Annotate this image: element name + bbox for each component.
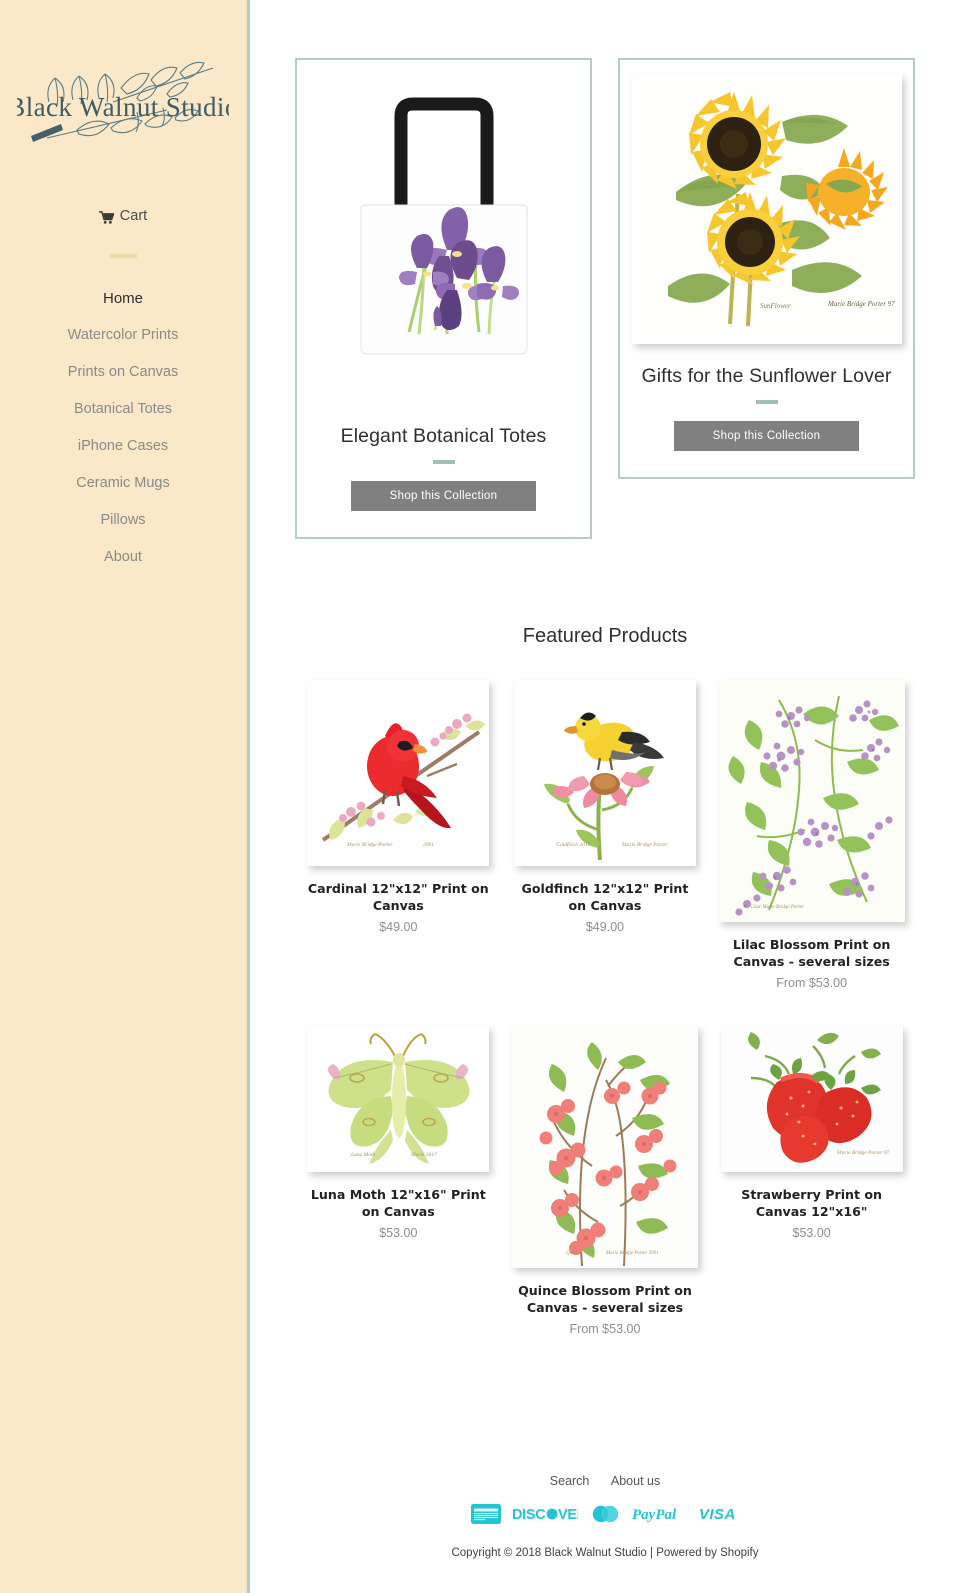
svg-text:DISC: DISC xyxy=(512,1507,546,1523)
sunflower-canvas-image: SunFlower Marie Bridge Porter 97 xyxy=(632,74,902,344)
cardinal-art-icon: Marie Bridge Porter 2001 xyxy=(307,680,490,866)
logo[interactable]: Black Walnut Studio xyxy=(0,58,246,166)
product-card[interactable]: Luna Moth Marie 2017 Luna Moth 12"x16" P… xyxy=(295,1016,502,1362)
product-price: $49.00 xyxy=(585,920,625,934)
shop-collection-button-totes[interactable]: Shop this Collection xyxy=(351,481,536,511)
promo-card-sunflower[interactable]: SunFlower Marie Bridge Porter 97 Gifts f… xyxy=(618,58,915,479)
quince-art-icon: Quince Marie Bridge Porter 2001 xyxy=(511,1026,698,1268)
tote-image xyxy=(309,78,578,408)
footer-link-about-us[interactable]: About us xyxy=(611,1474,660,1488)
amex-icon xyxy=(471,1504,501,1529)
goldfinch-art-icon: Goldfinch 2012 Marie Bridge Porter xyxy=(513,680,696,866)
product-image[interactable]: Marie Bridge Porter 97 xyxy=(720,1026,903,1172)
sidebar: Black Walnut Studio Cart Home Watercolor… xyxy=(0,0,250,1593)
sidebar-divider xyxy=(109,253,137,258)
svg-text:Marie Bridge Porter: Marie Bridge Porter xyxy=(346,842,393,848)
product-image[interactable]: Lilac Marie Bridge Porter xyxy=(718,680,905,922)
cart-link[interactable]: Cart xyxy=(0,208,246,227)
sidebar-item-botanical-totes[interactable]: Botanical Totes xyxy=(0,391,246,428)
sunflower-art-icon: SunFlower Marie Bridge Porter 97 xyxy=(632,74,902,344)
product-price: From $53.00 xyxy=(776,976,848,990)
product-price: $53.00 xyxy=(792,1226,831,1240)
product-card[interactable]: Quince Marie Bridge Porter 2001 Quince B… xyxy=(502,1016,709,1362)
product-title: Cardinal 12"x12" Print on Canvas xyxy=(307,881,489,913)
logo-branch-icon: Black Walnut Studio xyxy=(17,61,229,142)
promo-divider xyxy=(755,400,778,404)
logo-text: Black Walnut Studio xyxy=(17,92,229,122)
sidebar-item-about[interactable]: About xyxy=(0,539,246,576)
product-card[interactable]: Marie Bridge Porter 2001 Cardinal 12"x12… xyxy=(295,670,502,1016)
hero-section: Elegant Botanical Totes Shop this Collec… xyxy=(250,0,960,539)
product-card[interactable]: Goldfinch 2012 Marie Bridge Porter Goldf… xyxy=(502,670,709,1016)
sidebar-nav: Home Watercolor Prints Prints on Canvas … xyxy=(0,280,246,616)
svg-text:Goldfinch 2012: Goldfinch 2012 xyxy=(556,841,591,848)
footer-links: Search About us xyxy=(250,1474,960,1488)
product-price: $49.00 xyxy=(379,920,418,934)
strawberry-art-icon: Marie Bridge Porter 97 xyxy=(720,1026,903,1172)
sidebar-item-ceramic-mugs[interactable]: Ceramic Mugs xyxy=(0,465,246,502)
promo-title-sunflower: Gifts for the Sunflower Lover xyxy=(641,365,892,387)
product-title: Quince Blossom Print on Canvas - several… xyxy=(518,1283,692,1315)
product-price: From $53.00 xyxy=(569,1322,641,1336)
svg-text:2001: 2001 xyxy=(423,842,434,848)
svg-text:VISA: VISA xyxy=(699,1506,736,1523)
svg-text:Marie Bridge Porter 97: Marie Bridge Porter 97 xyxy=(827,300,895,308)
product-image[interactable]: Quince Marie Bridge Porter 2001 xyxy=(511,1026,698,1268)
shopping-cart-icon xyxy=(98,210,115,224)
product-price: $53.00 xyxy=(379,1226,418,1240)
featured-products-heading: Featured Products xyxy=(522,625,688,647)
product-title: Luna Moth 12"x16" Print on Canvas xyxy=(310,1187,486,1219)
cart-label: Cart xyxy=(119,208,148,224)
promo-divider xyxy=(432,460,455,464)
shop-collection-button-sunflower[interactable]: Shop this Collection xyxy=(674,421,859,451)
tote-bag-icon xyxy=(359,97,528,355)
paypal-icon: PayPal xyxy=(632,1505,688,1528)
product-card[interactable]: Lilac Marie Bridge Porter Lilac Blossom … xyxy=(708,670,915,1016)
luna-moth-art-icon: Luna Moth Marie 2017 xyxy=(307,1026,490,1172)
svg-text:Marie 2017: Marie 2017 xyxy=(410,1152,437,1158)
svg-text:Marie Bridge Porter 97: Marie Bridge Porter 97 xyxy=(836,1150,890,1156)
copyright-text: Copyright © 2018 Black Walnut Studio | P… xyxy=(451,1547,759,1559)
svg-text:Lilac Marie Bridge Porter: Lilac Marie Bridge Porter xyxy=(750,905,804,910)
payment-methods: DISC VER PayPal xyxy=(250,1504,960,1529)
discover-icon: DISC VER xyxy=(512,1505,588,1528)
product-image[interactable]: Luna Moth Marie 2017 xyxy=(307,1026,490,1172)
sidebar-item-prints-on-canvas[interactable]: Prints on Canvas xyxy=(0,354,246,391)
sidebar-item-iphone-cases[interactable]: iPhone Cases xyxy=(0,428,246,465)
svg-text:PayPal: PayPal xyxy=(632,1507,677,1523)
cart-anchor[interactable]: Cart xyxy=(98,208,148,224)
product-title: Goldfinch 12"x12" Print on Canvas xyxy=(521,881,689,913)
sidebar-item-home[interactable]: Home xyxy=(0,280,246,317)
svg-text:Quince: Quince xyxy=(566,1251,581,1256)
product-title: Strawberry Print on Canvas 12"x16" xyxy=(741,1187,883,1219)
main-content: Elegant Botanical Totes Shop this Collec… xyxy=(250,0,960,1593)
sidebar-item-pillows[interactable]: Pillows xyxy=(0,502,246,539)
mastercard-icon xyxy=(589,1504,621,1529)
page-root: Black Walnut Studio Cart Home Watercolor… xyxy=(0,0,960,1593)
product-title: Lilac Blossom Print on Canvas - several … xyxy=(732,937,891,969)
svg-text:Marie Bridge Porter: Marie Bridge Porter xyxy=(621,842,668,848)
visa-icon: VISA xyxy=(699,1505,739,1528)
product-image[interactable]: Marie Bridge Porter 2001 xyxy=(307,680,490,866)
lilac-art-icon: Lilac Marie Bridge Porter xyxy=(718,680,905,922)
featured-products-grid: Marie Bridge Porter 2001 Cardinal 12"x12… xyxy=(250,648,960,1362)
product-card[interactable]: Marie Bridge Porter 97 Strawberry Print … xyxy=(708,1016,915,1362)
sidebar-item-watercolor-prints[interactable]: Watercolor Prints xyxy=(0,317,246,354)
footer: Search About us DISC VE PayPal VISA Copy… xyxy=(250,1362,960,1593)
svg-text:VER: VER xyxy=(558,1507,578,1523)
promo-title-totes: Elegant Botanical Totes xyxy=(340,425,547,447)
footer-link-search[interactable]: Search xyxy=(550,1474,590,1488)
product-image[interactable]: Goldfinch 2012 Marie Bridge Porter xyxy=(513,680,696,866)
svg-text:Luna Moth: Luna Moth xyxy=(350,1152,376,1158)
svg-text:SunFlower: SunFlower xyxy=(760,302,791,310)
promo-card-totes[interactable]: Elegant Botanical Totes Shop this Collec… xyxy=(295,58,592,539)
svg-text:Marie Bridge Porter 2001: Marie Bridge Porter 2001 xyxy=(605,1251,659,1256)
